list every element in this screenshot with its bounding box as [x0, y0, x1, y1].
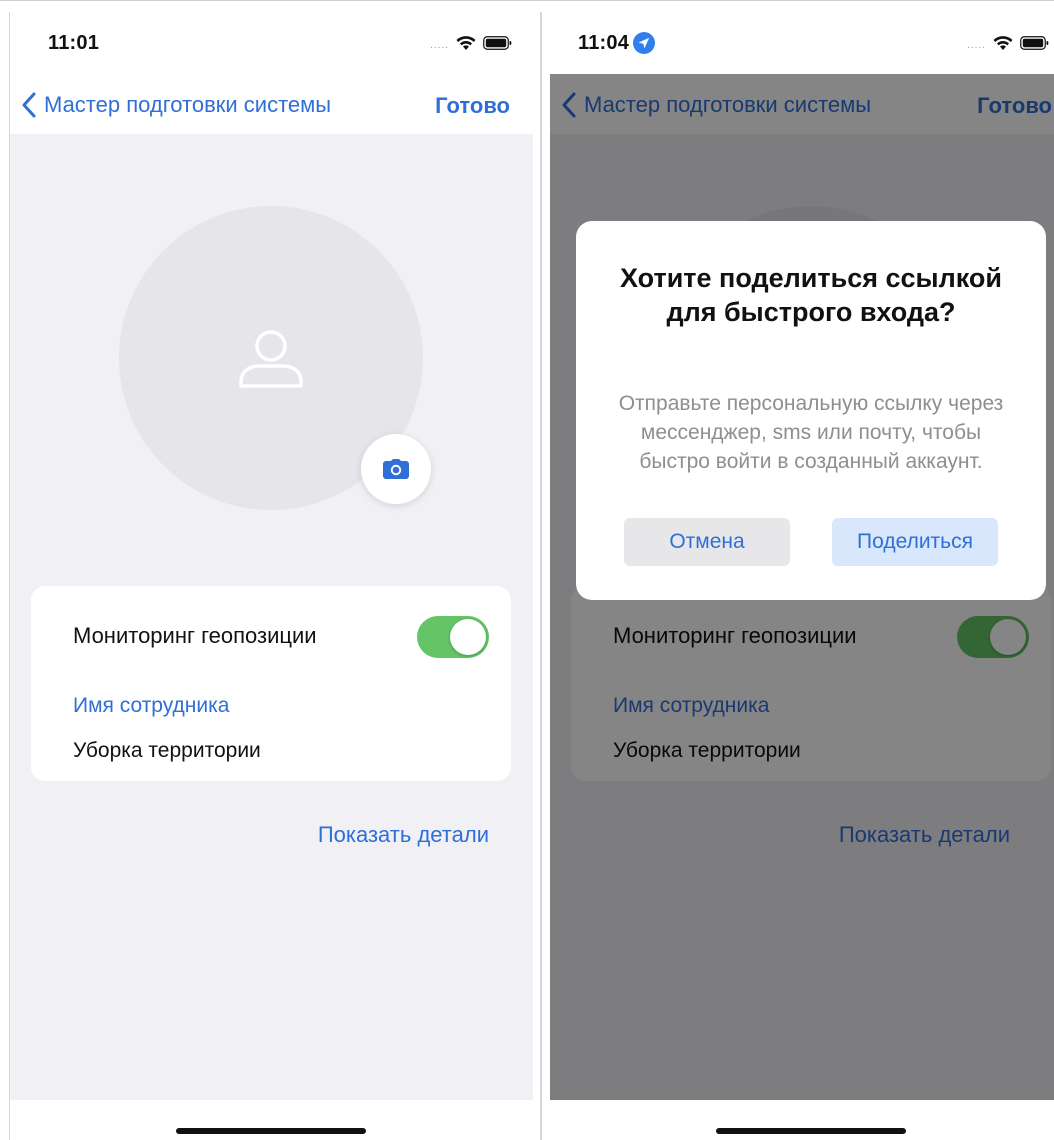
wifi-icon	[992, 35, 1014, 51]
change-photo-button[interactable]	[361, 434, 431, 504]
back-button[interactable]: Мастер подготовки системы	[22, 92, 331, 118]
status-time: 11:04	[578, 32, 630, 54]
home-indicator[interactable]	[176, 1128, 366, 1134]
main-content: Мониторинг геопозиции Имя сотрудника Убо…	[10, 134, 533, 1100]
home-bar-area	[550, 1100, 1054, 1140]
navigation-bar: Мастер подготовки системы Готово	[10, 74, 533, 134]
screens-divider	[540, 12, 542, 1140]
employee-settings-card: Мониторинг геопозиции Имя сотрудника Убо…	[31, 586, 511, 781]
employee-name-field[interactable]: Уборка территории	[73, 739, 261, 763]
status-bar: 11:01 .....	[10, 12, 533, 74]
signal-dots: .....	[967, 40, 986, 51]
toggle-knob	[450, 619, 486, 655]
share-button[interactable]: Поделиться	[832, 518, 998, 566]
battery-icon	[483, 35, 513, 51]
show-details-link[interactable]: Показать детали	[318, 822, 489, 848]
phone-screen-right: 11:04 ..... Мастер подготовки системы Го…	[550, 12, 1054, 1140]
camera-icon	[383, 459, 409, 479]
alert-title: Хотите поделиться ссылкой для быстрого в…	[620, 263, 1002, 327]
avatar[interactable]	[119, 206, 431, 510]
status-time: 11:01	[48, 32, 100, 54]
battery-icon	[1020, 35, 1050, 51]
alert-message: Отправьте персональную ссылку через месс…	[618, 392, 1004, 473]
signal-dots: .....	[430, 40, 449, 51]
home-indicator[interactable]	[716, 1128, 906, 1134]
system-icons: .....	[430, 34, 513, 51]
chevron-left-icon	[22, 92, 36, 118]
employee-name-label: Имя сотрудника	[73, 694, 230, 717]
cancel-button[interactable]: Отмена	[624, 518, 790, 566]
phone-screen-left: 11:01 ..... Мастер подготовки системы Го…	[10, 12, 533, 1140]
share-link-alert: Хотите поделиться ссылкой для быстрого в…	[576, 221, 1046, 600]
wifi-icon	[455, 35, 477, 51]
system-icons: .....	[967, 34, 1050, 51]
home-bar-area	[10, 1100, 533, 1140]
person-icon	[239, 330, 303, 388]
back-button-label: Мастер подготовки системы	[44, 92, 332, 117]
geo-monitoring-toggle[interactable]	[417, 616, 489, 658]
done-button[interactable]: Готово	[435, 93, 510, 119]
status-bar: 11:04 .....	[550, 12, 1054, 74]
location-arrow-icon	[633, 32, 655, 54]
geo-monitoring-label: Мониторинг геопозиции	[73, 623, 317, 648]
screenshot-top-border	[0, 0, 1054, 1]
